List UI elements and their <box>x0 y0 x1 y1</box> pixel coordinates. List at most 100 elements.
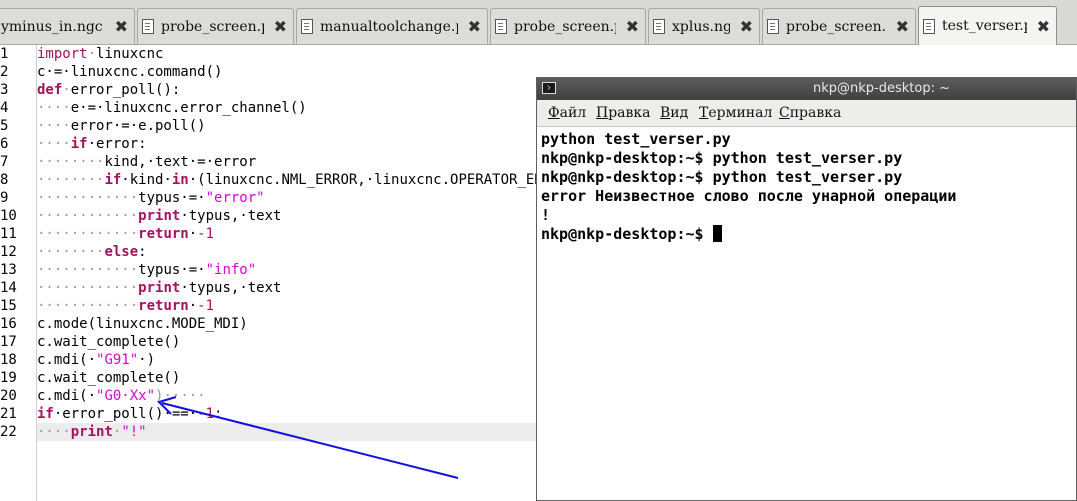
menu-help[interactable]: Справка <box>779 105 841 121</box>
close-tab-icon[interactable]: ✖ <box>468 17 481 36</box>
line-number: 1 <box>0 46 9 62</box>
tab-test-verser[interactable]: test_verser.py ✖ <box>918 6 1057 45</box>
tab-label: test_verser.py <box>942 18 1027 34</box>
string-literal: "G91" <box>96 352 139 368</box>
tab-probe-screen-3[interactable]: probe_screen.py ✖ <box>762 8 916 44</box>
code-line: c.mdi(·"G91"·) <box>37 351 155 369</box>
menu-file[interactable]: Файл <box>548 105 586 121</box>
code-line: if·error_poll()·==·-1: <box>37 405 222 423</box>
terminal-titlebar[interactable]: nkp@nkp-desktop: ~ <box>537 78 1076 100</box>
code-line: import·linuxcnc <box>37 45 163 63</box>
line-number: 5 <box>0 118 9 134</box>
whitespace-marker: · <box>87 46 97 62</box>
code-line: c·=·linuxcnc.command() <box>37 63 222 81</box>
tab-probe-screen-2[interactable]: probe_screen.py ✖ <box>490 8 646 44</box>
whitespace-marker: )····· <box>155 388 206 404</box>
code-text: ·error_poll()·==· <box>53 406 198 422</box>
close-tab-icon[interactable]: ✖ <box>115 17 128 36</box>
line-number: 20 <box>0 388 17 404</box>
code-text: linuxcnc <box>96 46 164 62</box>
terminal-screen[interactable]: python test_verser.py nkp@nkp-desktop:~$… <box>537 127 1076 500</box>
code-text: ·typus,·text <box>180 280 282 296</box>
code-line: ····if·error: <box>37 135 147 153</box>
keyword: print <box>70 424 113 440</box>
keyword: if <box>70 136 88 152</box>
whitespace-marker: ············ <box>37 280 139 296</box>
line-number: 4 <box>0 100 9 116</box>
keyword: else <box>104 244 139 260</box>
whitespace-marker: ···· <box>37 118 71 134</box>
line-number: 13 <box>0 262 17 278</box>
keyword: in <box>171 172 189 188</box>
terminal-window[interactable]: nkp@nkp-desktop: ~ Файл Правка Вид Терми… <box>536 77 1077 501</box>
close-tab-icon[interactable]: ✖ <box>740 17 753 36</box>
terminal-line: ! <box>541 206 551 224</box>
code-line: ············return·-1 <box>37 225 214 243</box>
menu-terminal[interactable]: Терминал <box>699 105 772 121</box>
tab-label: yminus_in.ngc <box>1 18 103 35</box>
code-line: ········else: <box>37 243 147 261</box>
code-line: ············return·-1 <box>37 297 214 315</box>
string-literal: "!" <box>121 424 147 440</box>
code-line: c.wait_complete() <box>37 369 180 387</box>
string-literal: "G0·Xx" <box>96 388 156 404</box>
terminal-menubar: Файл Правка Вид Терминал Справка <box>537 100 1076 127</box>
code-line: c.mode(linuxcnc.MODE_MDI) <box>37 315 248 333</box>
code-line: c.mdi(·"G0·Xx")····· <box>37 387 206 405</box>
whitespace-marker: ···· <box>37 424 71 440</box>
code-line: ········if·kind·in·(linuxcnc.NML_ERROR,·… <box>37 171 585 189</box>
close-tab-icon[interactable]: ✖ <box>274 17 287 36</box>
line-number: 14 <box>0 280 17 296</box>
code-text: · <box>188 298 198 314</box>
code-text: error·=·e.poll() <box>70 118 206 134</box>
code-text: : <box>214 406 223 422</box>
tab-xplus[interactable]: xplus.ngc ✖ <box>648 8 760 44</box>
code-text: ·(linuxcnc.NML_ERROR,·linuxcnc.OPERATOR_… <box>188 172 585 188</box>
document-icon <box>142 19 154 34</box>
code-line: ············typus·=·"error" <box>37 189 265 207</box>
line-number: 16 <box>0 316 17 332</box>
code-text: c.mode(linuxcnc.MODE_MDI) <box>37 316 248 332</box>
terminal-cursor <box>712 225 722 242</box>
keyword: print <box>138 208 181 224</box>
tab-manualtoolchange[interactable]: manualtoolchange.pref ✖ <box>296 8 488 44</box>
line-number: 22 <box>0 424 17 440</box>
string-literal: "info" <box>205 262 257 278</box>
keyword: if <box>37 406 54 422</box>
close-tab-icon[interactable]: ✖ <box>626 17 639 36</box>
line-number: 12 <box>0 244 17 260</box>
editor-tab-bar: yminus_in.ngc ✖ probe_screen.py ✖ manual… <box>0 0 1077 45</box>
whitespace-marker: ········ <box>37 244 105 260</box>
code-text: c.mdi(· <box>37 388 97 404</box>
line-number: 8 <box>0 172 9 188</box>
whitespace-marker: ············ <box>37 208 139 224</box>
document-icon <box>301 19 313 34</box>
terminal-title: nkp@nkp-desktop: ~ <box>813 81 950 96</box>
document-icon <box>923 18 935 34</box>
whitespace-marker: · <box>62 82 71 98</box>
keyword: return <box>138 298 189 314</box>
line-number: 10 <box>0 208 17 224</box>
terminal-prompt-line: nkp@nkp-desktop:~$ <box>541 225 722 244</box>
code-text: typus·=· <box>138 262 206 278</box>
close-tab-icon[interactable]: ✖ <box>896 17 909 36</box>
line-number: 2 <box>0 64 9 80</box>
code-text: c.wait_complete() <box>37 370 181 386</box>
terminal-line: python test_verser.py <box>541 130 731 148</box>
tab-probe-screen-1[interactable]: probe_screen.py ✖ <box>137 8 294 44</box>
code-text: error_poll(): <box>70 82 181 98</box>
number-literal: -1 <box>197 406 215 422</box>
code-line: ····e·=·linuxcnc.error_channel() <box>37 99 307 117</box>
number-literal: -1 <box>197 298 215 314</box>
code-line: ········kind,·text·=·error <box>37 153 256 171</box>
close-tab-icon[interactable]: ✖ <box>1037 17 1050 36</box>
menu-view[interactable]: Вид <box>660 105 688 121</box>
line-number: 6 <box>0 136 9 152</box>
line-number: 18 <box>0 352 17 368</box>
menu-edit[interactable]: Правка <box>596 105 651 121</box>
line-number: 3 <box>0 82 9 98</box>
tab-yminus-in[interactable]: yminus_in.ngc ✖ <box>0 8 135 44</box>
code-text: typus·=· <box>138 190 206 206</box>
code-text: kind,·text·=·error <box>104 154 257 170</box>
string-literal: "error" <box>205 190 265 206</box>
